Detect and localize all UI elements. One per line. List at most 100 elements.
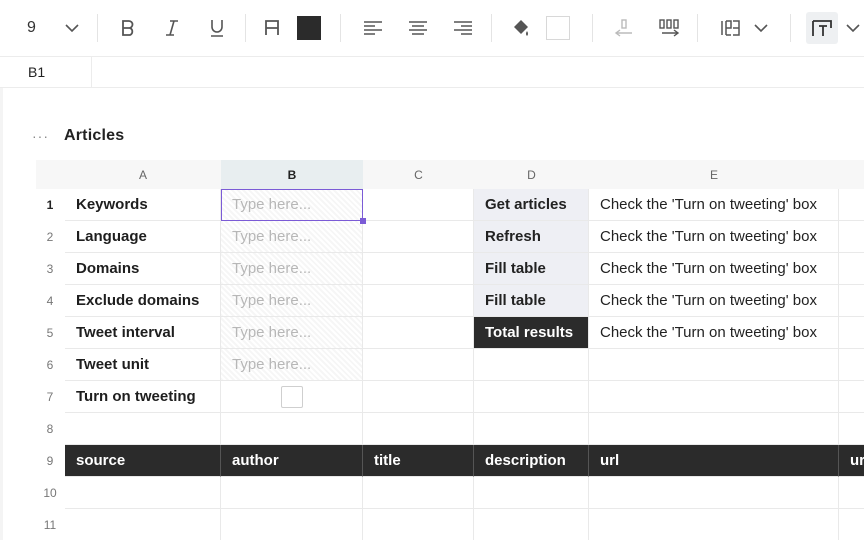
- text-wrap-icon[interactable]: [806, 12, 838, 44]
- action-button[interactable]: Get articles: [474, 189, 589, 221]
- table-cell[interactable]: [839, 477, 864, 509]
- table-cell[interactable]: [363, 285, 474, 317]
- table-cell[interactable]: [474, 381, 589, 413]
- cell-reference[interactable]: B1: [0, 57, 92, 87]
- table-cell[interactable]: [839, 381, 864, 413]
- input-label: Tweet interval: [65, 317, 221, 349]
- row-number-11[interactable]: 11: [36, 509, 64, 540]
- input-cell[interactable]: Type here...: [221, 285, 363, 317]
- table-cell[interactable]: [589, 413, 839, 445]
- fill-color-swatch[interactable]: [545, 12, 571, 44]
- input-cell[interactable]: Type here...: [221, 349, 363, 381]
- table-header-ur[interactable]: ur: [839, 445, 864, 477]
- column-header-e[interactable]: E: [589, 160, 839, 189]
- table-cell[interactable]: [839, 189, 864, 221]
- input-label: Domains: [65, 253, 221, 285]
- row-number-9[interactable]: 9: [36, 445, 64, 477]
- row-number-8[interactable]: 8: [36, 413, 64, 445]
- number-format-icon[interactable]: [716, 12, 746, 44]
- chevron-down-icon[interactable]: [749, 12, 773, 44]
- table-cell[interactable]: [363, 253, 474, 285]
- turn-on-tweeting-checkbox[interactable]: [280, 385, 303, 408]
- table-header-source[interactable]: source: [65, 445, 221, 477]
- turn-on-tweeting-cell[interactable]: [221, 381, 363, 413]
- input-cell[interactable]: Type here...: [221, 221, 363, 253]
- formula-input[interactable]: [93, 57, 864, 87]
- column-header-a[interactable]: A: [65, 160, 221, 189]
- decrease-decimal-icon[interactable]: [610, 12, 638, 44]
- table-cell[interactable]: [65, 477, 221, 509]
- table-cell[interactable]: [363, 413, 474, 445]
- align-right-icon[interactable]: [451, 12, 475, 44]
- table-cell[interactable]: [474, 413, 589, 445]
- table-cell[interactable]: [589, 381, 839, 413]
- table-cell[interactable]: [839, 285, 864, 317]
- align-left-icon[interactable]: [361, 12, 385, 44]
- fill-color-icon[interactable]: [508, 12, 534, 44]
- action-button[interactable]: Fill table: [474, 253, 589, 285]
- bold-icon[interactable]: [116, 12, 140, 44]
- row-number-10[interactable]: 10: [36, 477, 64, 509]
- table-cell[interactable]: [65, 509, 221, 540]
- table-cell[interactable]: [839, 349, 864, 381]
- text-color-swatch[interactable]: [296, 12, 322, 44]
- table-cell[interactable]: [839, 509, 864, 540]
- column-header-d[interactable]: D: [474, 160, 589, 189]
- row-number-1[interactable]: 1: [36, 189, 64, 221]
- input-cell[interactable]: Type here...: [221, 189, 363, 221]
- table-header-description[interactable]: description: [474, 445, 589, 477]
- font-size-selector[interactable]: 9: [27, 12, 51, 44]
- selection-handle[interactable]: [360, 218, 366, 224]
- toolbar-divider: [697, 14, 698, 42]
- input-cell[interactable]: Type here...: [221, 317, 363, 349]
- action-button[interactable]: Refresh: [474, 221, 589, 253]
- row-number-4[interactable]: 4: [36, 285, 64, 317]
- table-cell[interactable]: [363, 509, 474, 540]
- table-cell[interactable]: [363, 381, 474, 413]
- column-header-b[interactable]: B: [221, 160, 363, 189]
- table-cell[interactable]: [221, 477, 363, 509]
- chevron-down-icon[interactable]: [842, 12, 864, 44]
- table-cell[interactable]: [363, 349, 474, 381]
- table-header-title[interactable]: title: [363, 445, 474, 477]
- align-center-icon[interactable]: [406, 12, 430, 44]
- table-cell[interactable]: [474, 349, 589, 381]
- italic-icon[interactable]: [160, 12, 184, 44]
- table-cell[interactable]: [363, 189, 474, 221]
- table-cell[interactable]: [839, 317, 864, 349]
- table-cell[interactable]: [474, 477, 589, 509]
- text-color-icon[interactable]: [260, 12, 284, 44]
- toolbar-divider: [340, 14, 341, 42]
- row-number-6[interactable]: 6: [36, 349, 64, 381]
- chevron-down-icon[interactable]: [60, 12, 84, 44]
- table-header-author[interactable]: author: [221, 445, 363, 477]
- row-number-7[interactable]: 7: [36, 381, 64, 413]
- table-cell[interactable]: [839, 413, 864, 445]
- sheet-title: Articles: [64, 127, 125, 144]
- action-button[interactable]: Fill table: [474, 285, 589, 317]
- column-header-f[interactable]: [839, 160, 864, 189]
- table-cell[interactable]: [65, 413, 221, 445]
- table-cell[interactable]: [589, 477, 839, 509]
- table-cell[interactable]: [589, 349, 839, 381]
- table-cell[interactable]: [589, 509, 839, 540]
- column-header-c[interactable]: C: [363, 160, 474, 189]
- table-cell[interactable]: [363, 317, 474, 349]
- more-icon[interactable]: ···: [32, 128, 52, 144]
- increase-decimal-icon[interactable]: [654, 12, 684, 44]
- row-number-3[interactable]: 3: [36, 253, 64, 285]
- table-cell[interactable]: [363, 221, 474, 253]
- row-number-2[interactable]: 2: [36, 221, 64, 253]
- table-header-url[interactable]: url: [589, 445, 839, 477]
- table-cell[interactable]: [839, 221, 864, 253]
- underline-icon[interactable]: [205, 12, 229, 44]
- action-button[interactable]: Total results: [474, 317, 589, 349]
- input-cell[interactable]: Type here...: [221, 253, 363, 285]
- table-cell[interactable]: [839, 253, 864, 285]
- corner-cell: [36, 160, 65, 189]
- table-cell[interactable]: [221, 413, 363, 445]
- table-cell[interactable]: [474, 509, 589, 540]
- row-number-5[interactable]: 5: [36, 317, 64, 349]
- table-cell[interactable]: [363, 477, 474, 509]
- table-cell[interactable]: [221, 509, 363, 540]
